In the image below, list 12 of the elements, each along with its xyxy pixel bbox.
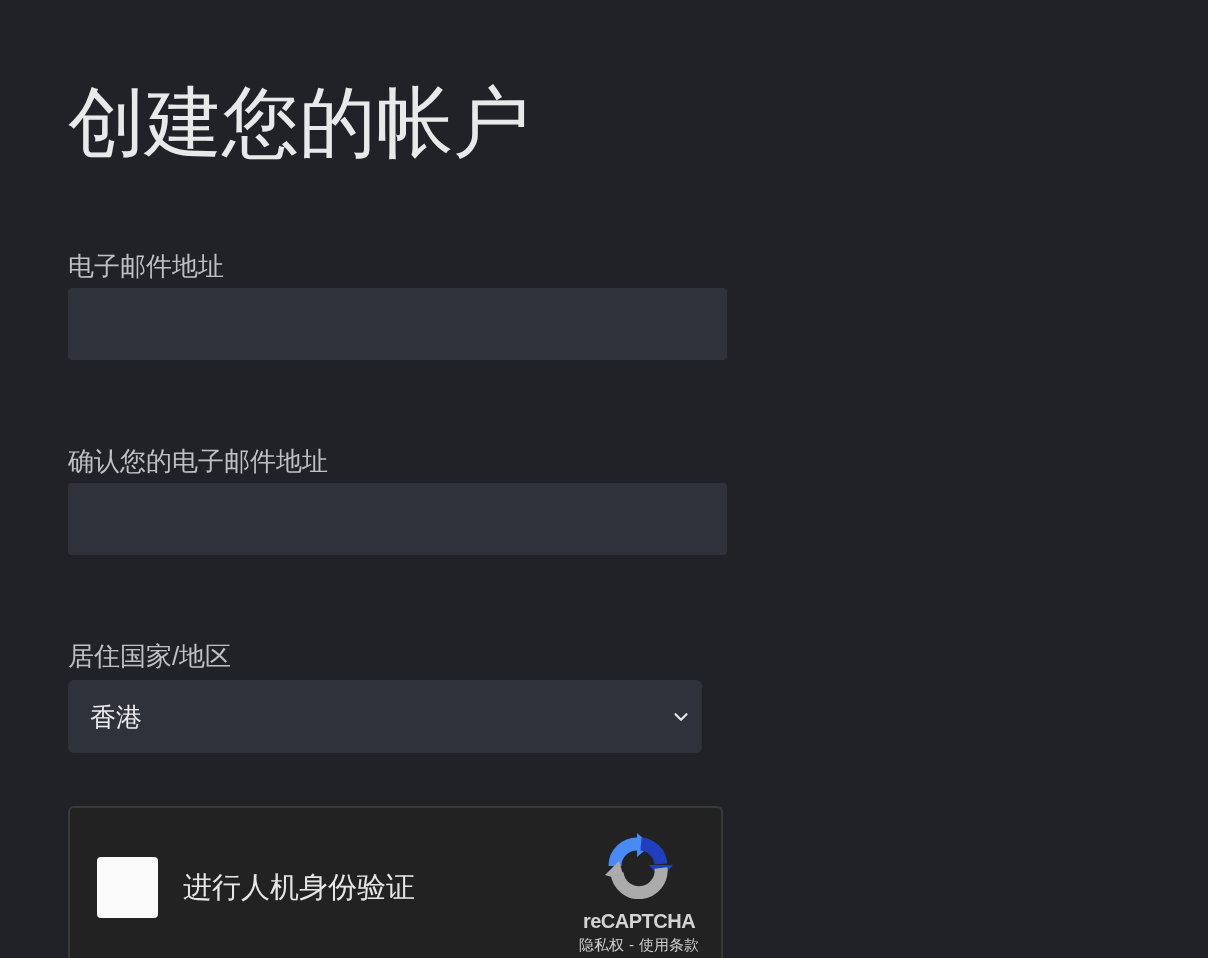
captcha-label: 进行人机身份验证 [183, 873, 415, 902]
field-label: 居住国家/地区 [68, 643, 232, 669]
field-label: 电子邮件地址 [68, 253, 224, 279]
link-separator: - [629, 937, 634, 952]
field-label: 确认您的电子邮件地址 [68, 448, 328, 474]
circular-arrows-icon [605, 833, 673, 899]
country-select[interactable]: 香港 [68, 680, 702, 753]
brand-name: reCAPTCHA [582, 911, 696, 931]
page-title: 创建您的帐户 [68, 84, 530, 161]
captcha-checkbox[interactable] [97, 857, 158, 918]
footer-link[interactable]: 使用条款 [639, 937, 699, 952]
footer-link[interactable]: 隐私权 [579, 937, 624, 952]
